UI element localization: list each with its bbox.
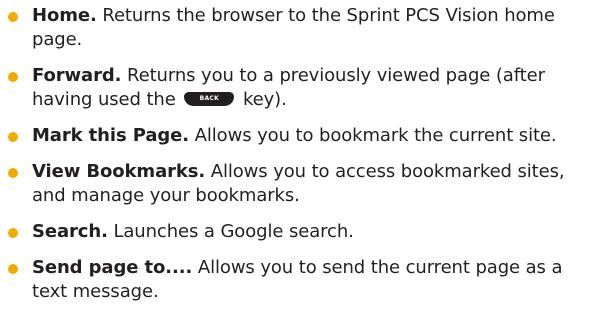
term-send-page: Send page to.... (32, 257, 193, 278)
bullet-icon (8, 228, 18, 238)
bullet-icon (8, 72, 18, 82)
back-key-icon: BACK (184, 92, 235, 106)
list-item-search: Search. Launches a Google search. (0, 220, 593, 244)
term-forward: Forward. (32, 65, 122, 86)
bullet-icon (8, 132, 18, 142)
bullet-icon (8, 168, 18, 178)
list-item-view-bookmarks: View Bookmarks. Allows you to access boo… (0, 160, 593, 208)
back-key-label: BACK (199, 95, 220, 102)
term-mark-page: Mark this Page. (32, 125, 190, 146)
list-item-send-page: Send page to.... Allows you to send the … (0, 256, 593, 304)
description-search: Launches a Google search. (107, 221, 354, 242)
term-home: Home. (32, 5, 97, 26)
description-forward-end: key). (237, 89, 287, 110)
term-view-bookmarks: View Bookmarks. (32, 161, 206, 182)
list-item-forward: Forward. Returns you to a previously vie… (0, 64, 593, 112)
description-mark-page: Allows you to bookmark the current site. (189, 125, 557, 146)
list-item-mark-page: Mark this Page. Allows you to bookmark t… (0, 124, 593, 148)
bullet-icon (8, 12, 18, 22)
description-home: Returns the browser to the Sprint PCS Vi… (32, 5, 555, 50)
term-search: Search. (32, 221, 108, 242)
bullet-icon (8, 264, 18, 274)
list-item-home: Home. Returns the browser to the Sprint … (0, 4, 593, 52)
menu-options-list: Home. Returns the browser to the Sprint … (0, 4, 593, 316)
